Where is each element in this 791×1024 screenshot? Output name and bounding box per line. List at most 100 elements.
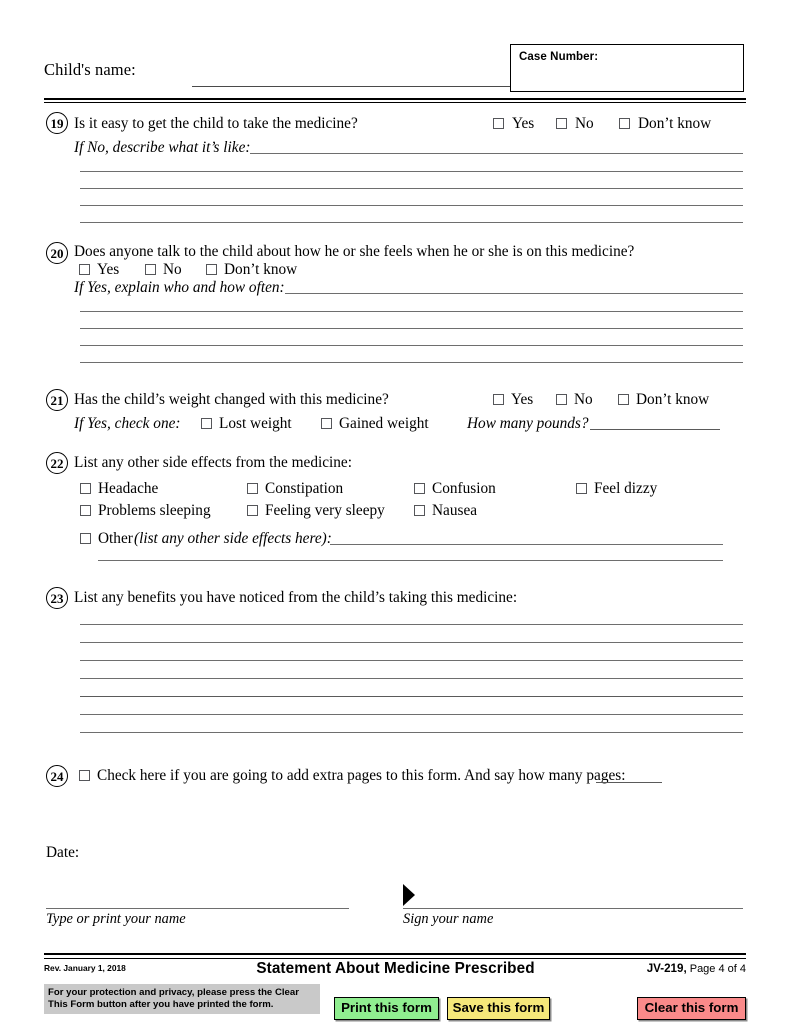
- q19-write-line[interactable]: [80, 222, 743, 223]
- date-label: Date:: [46, 844, 80, 861]
- header-divider-thin: [44, 102, 746, 103]
- q19-followup-input[interactable]: [250, 153, 743, 154]
- q22-constipation-checkbox[interactable]: [247, 483, 258, 494]
- q19-write-line[interactable]: [80, 205, 743, 206]
- arrow-right-marker-icon: [403, 884, 415, 906]
- question-number-23: 23: [46, 587, 68, 609]
- q20-dontknow-label: Don’t know: [224, 261, 298, 278]
- question-23-prompt: List any benefits you have noticed from …: [74, 589, 518, 606]
- q23-write-line[interactable]: [80, 678, 743, 679]
- q23-write-line[interactable]: [80, 696, 743, 697]
- q21-lost-weight-label: Lost weight: [219, 415, 292, 432]
- q21-lost-weight-checkbox[interactable]: [201, 418, 212, 429]
- print-name-input[interactable]: [46, 908, 349, 909]
- form-page: Child's name: Case Number: 19 Is it easy…: [0, 0, 791, 1024]
- case-number-label: Case Number:: [519, 51, 599, 63]
- form-header: Child's name: Case Number:: [44, 44, 746, 102]
- q19-dontknow-label: Don’t know: [638, 115, 712, 132]
- sign-name-caption: Sign your name: [403, 911, 494, 927]
- q21-yes-checkbox[interactable]: [493, 394, 504, 405]
- q23-write-line[interactable]: [80, 624, 743, 625]
- print-name-caption: Type or print your name: [46, 911, 186, 927]
- question-number-20: 20: [46, 242, 68, 264]
- q19-yes-checkbox[interactable]: [493, 118, 504, 129]
- form-code: JV-219,: [646, 962, 687, 975]
- q22-feel-dizzy-checkbox[interactable]: [576, 483, 587, 494]
- page-info: Page 4 of 4: [686, 963, 746, 975]
- footer-divider-thin: [44, 958, 746, 959]
- q22-other-hint: (list any other side effects here):: [134, 530, 332, 547]
- question-20-prompt: Does anyone talk to the child about how …: [74, 243, 635, 260]
- q19-dontknow-checkbox[interactable]: [619, 118, 630, 129]
- signature-input[interactable]: [403, 908, 743, 909]
- privacy-notice: For your protection and privacy, please …: [44, 984, 320, 1014]
- q23-write-line[interactable]: [80, 642, 743, 643]
- print-this-form-button[interactable]: Print this form: [334, 997, 439, 1020]
- q24-pages-input[interactable]: [596, 782, 662, 783]
- question-24-prompt: Check here if you are going to add extra…: [97, 767, 626, 784]
- case-number-box[interactable]: Case Number:: [510, 44, 744, 92]
- q23-write-line[interactable]: [80, 714, 743, 715]
- q22-write-line[interactable]: [98, 560, 723, 561]
- q22-headache-checkbox[interactable]: [80, 483, 91, 494]
- q19-write-line[interactable]: [80, 188, 743, 189]
- q21-no-label: No: [574, 391, 593, 408]
- q22-nausea-checkbox[interactable]: [414, 505, 425, 516]
- header-divider-thick: [44, 98, 746, 100]
- q24-extra-pages-checkbox[interactable]: [79, 770, 90, 781]
- q22-constipation-label: Constipation: [265, 480, 344, 497]
- clear-this-form-button[interactable]: Clear this form: [637, 997, 746, 1020]
- q22-feeling-very-sleepy-label: Feeling very sleepy: [265, 502, 385, 519]
- child-name-input[interactable]: [192, 86, 524, 87]
- q20-no-label: No: [163, 261, 182, 278]
- q19-followup-label: If No, describe what it’s like:: [74, 139, 251, 156]
- q20-write-line[interactable]: [80, 345, 743, 346]
- question-number-22: 22: [46, 452, 68, 474]
- q22-other-checkbox[interactable]: [80, 533, 91, 544]
- q21-no-checkbox[interactable]: [556, 394, 567, 405]
- q20-followup-label: If Yes, explain who and how often:: [74, 279, 285, 296]
- q22-problems-sleeping-label: Problems sleeping: [98, 502, 211, 519]
- q20-write-line[interactable]: [80, 311, 743, 312]
- q22-problems-sleeping-checkbox[interactable]: [80, 505, 91, 516]
- q20-followup-input[interactable]: [285, 293, 743, 294]
- q22-other-input[interactable]: [330, 544, 723, 545]
- q20-yes-label: Yes: [97, 261, 120, 278]
- q21-yes-label: Yes: [511, 391, 534, 408]
- q22-feel-dizzy-label: Feel dizzy: [594, 480, 658, 497]
- question-number-19: 19: [46, 112, 68, 134]
- q20-write-line[interactable]: [80, 362, 743, 363]
- q22-other-label: Other: [98, 530, 133, 547]
- q23-write-line[interactable]: [80, 732, 743, 733]
- q21-dontknow-label: Don’t know: [636, 391, 710, 408]
- question-21-prompt: Has the child’s weight changed with this…: [74, 391, 389, 408]
- q21-pounds-input[interactable]: [590, 429, 720, 430]
- question-number-24: 24: [46, 765, 68, 787]
- q22-confusion-checkbox[interactable]: [414, 483, 425, 494]
- q20-no-checkbox[interactable]: [145, 264, 156, 275]
- footer-divider-thick: [44, 953, 746, 955]
- q19-no-label: No: [575, 115, 594, 132]
- q22-confusion-label: Confusion: [432, 480, 496, 497]
- q21-dontknow-checkbox[interactable]: [618, 394, 629, 405]
- q23-write-line[interactable]: [80, 660, 743, 661]
- question-number-21: 21: [46, 389, 68, 411]
- question-22-prompt: List any other side effects from the med…: [74, 454, 352, 471]
- q19-no-checkbox[interactable]: [556, 118, 567, 129]
- save-this-form-button[interactable]: Save this form: [447, 997, 550, 1020]
- q21-followup-label: If Yes, check one:: [74, 415, 181, 432]
- q19-write-line[interactable]: [80, 171, 743, 172]
- q20-dontknow-checkbox[interactable]: [206, 264, 217, 275]
- child-name-label: Child's name:: [44, 60, 136, 79]
- q19-yes-label: Yes: [512, 115, 535, 132]
- q21-gained-weight-checkbox[interactable]: [321, 418, 332, 429]
- question-19-prompt: Is it easy to get the child to take the …: [74, 115, 358, 132]
- q20-yes-checkbox[interactable]: [79, 264, 90, 275]
- q21-pounds-label: How many pounds?: [467, 415, 589, 432]
- q22-feeling-very-sleepy-checkbox[interactable]: [247, 505, 258, 516]
- q22-nausea-label: Nausea: [432, 502, 478, 519]
- q21-gained-weight-label: Gained weight: [339, 415, 429, 432]
- q20-write-line[interactable]: [80, 328, 743, 329]
- q22-headache-label: Headache: [98, 480, 159, 497]
- footer-form-code: JV-219, Page 4 of 4: [647, 962, 746, 975]
